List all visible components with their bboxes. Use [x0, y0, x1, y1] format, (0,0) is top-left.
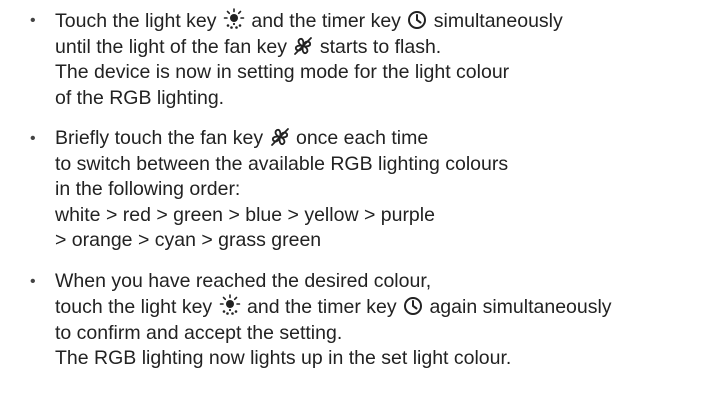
text: and the timer key	[247, 296, 397, 318]
light-key-icon	[223, 8, 245, 30]
text: Briefly touch the fan key	[55, 127, 264, 149]
line: touch the light key and the timer key ag…	[55, 294, 710, 321]
line: The RGB lighting now lights up in the se…	[55, 347, 512, 369]
colour-order-line: white > red > green > blue > yellow > pu…	[55, 203, 435, 226]
bullet: •	[30, 272, 36, 290]
text: touch the light key	[55, 296, 213, 318]
colour-order-line: > orange > cyan > grass green	[55, 229, 322, 251]
list-item-confirm-setting: • When you have reached the desired colo…	[30, 269, 710, 372]
text: until the light of the fan key	[55, 35, 287, 58]
fan-icon	[270, 127, 290, 147]
bullet: •	[30, 130, 36, 147]
text: starts to flash.	[319, 35, 442, 58]
light-key-icon	[219, 294, 241, 316]
line: Touch the light key and the timer key si…	[55, 8, 710, 35]
text: Touch the light key	[55, 10, 217, 32]
text: and the timer key	[251, 10, 401, 32]
instruction-list: • Touch the light key and the timer key …	[30, 8, 710, 387]
text: once each time	[295, 127, 429, 149]
line: in the following order:	[55, 178, 241, 200]
line: Briefly touch the fan key once each time	[55, 126, 710, 152]
clock-icon	[407, 10, 427, 30]
line: When you have reached the desired colour…	[55, 269, 432, 292]
clock-icon	[403, 296, 423, 316]
list-item-switch-colours: • Briefly touch the fan key once each ti…	[30, 126, 710, 254]
line: The device is now in setting mode for th…	[55, 61, 510, 83]
line: to switch between the available RGB ligh…	[55, 152, 509, 175]
bullet: •	[30, 12, 36, 29]
line: to confirm and accept the setting.	[55, 321, 343, 344]
text: simultaneously	[433, 10, 563, 32]
fan-icon	[293, 36, 313, 56]
line: until the light of the fan key starts to…	[55, 35, 710, 61]
list-item-enter-setting-mode: • Touch the light key and the timer key …	[30, 8, 710, 111]
text: again simultaneously	[429, 296, 612, 318]
line: of the RGB lighting.	[55, 86, 225, 109]
